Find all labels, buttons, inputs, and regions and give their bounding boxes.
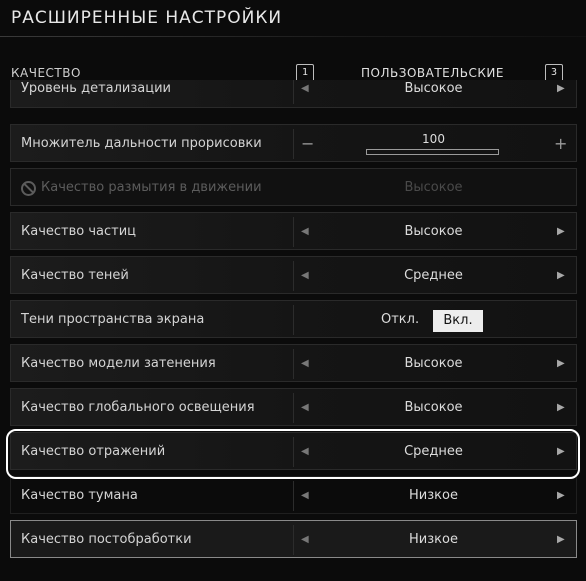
arrow-right-icon[interactable]: ▶: [557, 70, 565, 108]
setting-value: Высокое: [404, 224, 463, 239]
setting-value: Высокое: [404, 180, 463, 195]
row-divider: [293, 217, 294, 247]
setting-value: Высокое: [404, 356, 463, 371]
arrow-left-icon[interactable]: ◀: [301, 345, 309, 383]
setting-label: Качество модели затенения: [21, 356, 216, 371]
setting-row-gi[interactable]: Качество глобального освещения ◀ Высокое…: [10, 388, 577, 426]
setting-label: Качество частиц: [21, 224, 137, 239]
setting-label: Множитель дальности прорисовки: [21, 136, 262, 151]
arrow-left-icon[interactable]: ◀: [301, 257, 309, 295]
arrow-right-icon[interactable]: ▶: [557, 345, 565, 383]
arrow-left-icon[interactable]: ◀: [301, 70, 309, 108]
row-divider: [293, 80, 294, 104]
title-divider: [0, 36, 586, 37]
setting-label: Качество размытия в движении: [41, 180, 262, 195]
setting-row-shadows[interactable]: Качество теней ◀ Среднее ▶: [10, 256, 577, 294]
arrow-left-icon[interactable]: ◀: [301, 521, 309, 559]
setting-row-shading[interactable]: Качество модели затенения ◀ Высокое ▶: [10, 344, 577, 382]
row-divider: [293, 481, 294, 511]
setting-label: Качество постобработки: [21, 532, 192, 547]
slider-value: 100: [422, 132, 445, 146]
page-title: РАСШИРЕННЫЕ НАСТРОЙКИ: [11, 8, 283, 28]
arrow-right-icon[interactable]: ▶: [557, 213, 565, 251]
setting-row-particles[interactable]: Качество частиц ◀ Высокое ▶: [10, 212, 577, 250]
toggle-on-option[interactable]: Вкл.: [433, 310, 483, 332]
arrow-left-icon[interactable]: ◀: [301, 213, 309, 251]
setting-row-post[interactable]: Качество постобработки ◀ Низкое ▶: [10, 520, 577, 558]
setting-value: Высокое: [404, 400, 463, 415]
setting-label: Качество теней: [21, 268, 129, 283]
setting-label: Уровень детализации: [21, 81, 171, 96]
arrow-right-icon[interactable]: ▶: [557, 477, 565, 515]
setting-row-fog[interactable]: Качество тумана ◀ Низкое ▶: [10, 476, 577, 514]
slider-track[interactable]: [366, 149, 499, 155]
arrow-right-icon[interactable]: ▶: [557, 257, 565, 295]
arrow-left-icon[interactable]: ◀: [301, 477, 309, 515]
arrow-right-icon[interactable]: ▶: [557, 521, 565, 559]
arrow-right-icon[interactable]: ▶: [557, 389, 565, 427]
setting-value: Низкое: [409, 488, 458, 503]
row-divider: [293, 349, 294, 379]
setting-label: Качество тумана: [21, 488, 138, 503]
arrow-left-icon[interactable]: ◀: [301, 389, 309, 427]
row-divider: [293, 525, 294, 555]
ban-icon: [21, 181, 36, 196]
setting-label: Качество глобального освещения: [21, 400, 255, 415]
setting-row-ss-shadows[interactable]: Тени пространства экрана Откл. Вкл.: [10, 300, 577, 338]
toggle-off-option[interactable]: Откл.: [381, 301, 419, 339]
setting-row-draw-distance[interactable]: Множитель дальности прорисовки − 100 +: [10, 124, 577, 162]
setting-value: Низкое: [409, 532, 458, 547]
row-divider: [293, 129, 294, 159]
setting-value: Высокое: [404, 81, 463, 96]
setting-value: Среднее: [404, 268, 463, 283]
row-divider: [293, 261, 294, 291]
decrease-button[interactable]: −: [301, 125, 314, 163]
row-divider: [293, 393, 294, 423]
row-divider: [293, 305, 294, 335]
increase-button[interactable]: +: [554, 125, 567, 163]
setting-label: Тени пространства экрана: [21, 312, 205, 327]
setting-row-motion-blur: Качество размытия в движении Высокое: [10, 168, 577, 206]
setting-row-lod[interactable]: Уровень детализации ◀ Высокое ▶: [10, 80, 577, 108]
focus-highlight: [6, 429, 580, 479]
